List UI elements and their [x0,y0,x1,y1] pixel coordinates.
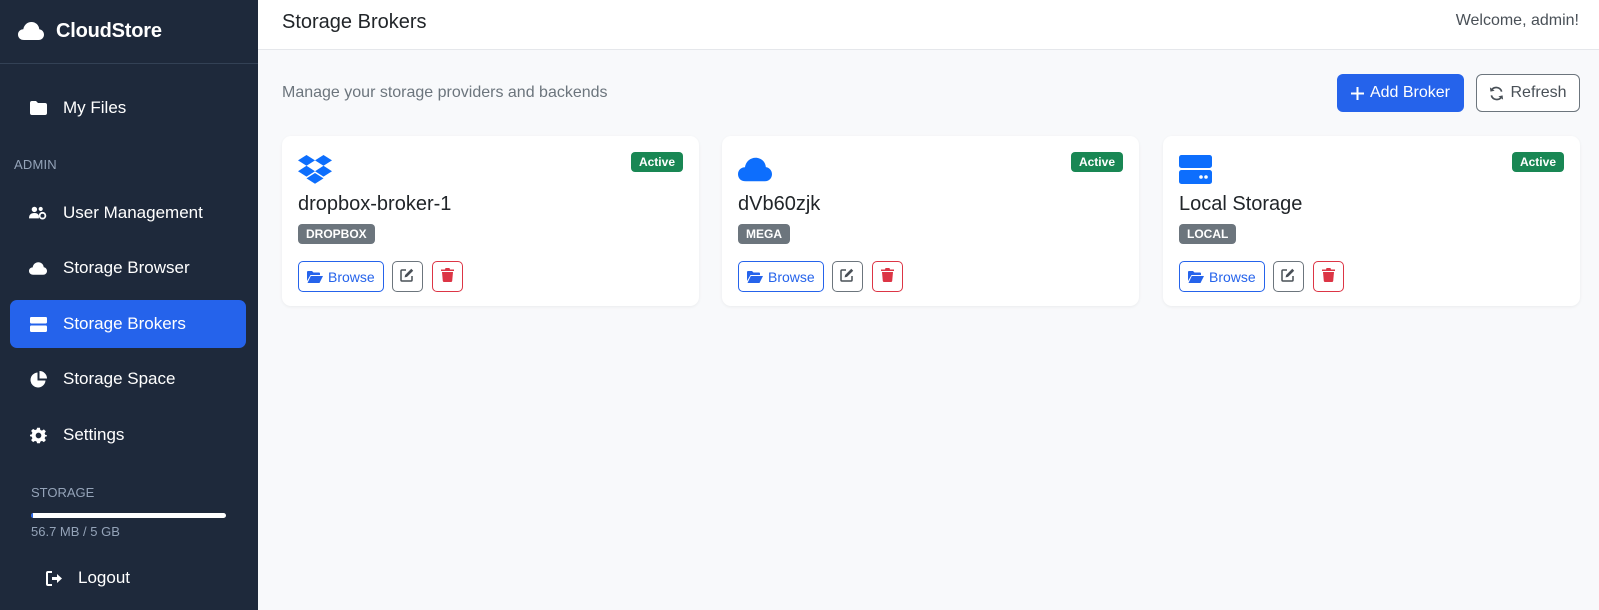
sidebar-item-label: Storage Brokers [63,314,186,333]
trash-icon [880,268,894,285]
welcome-text: Welcome, admin! [1455,12,1579,29]
delete-button[interactable] [431,261,463,292]
broker-card: Active dVb60zjk MEGA Browse [722,136,1139,306]
sidebar-item-label: Storage Space [63,369,176,388]
edit-icon [840,268,854,285]
broker-type-badge: MEGA [738,224,790,244]
delete-button[interactable] [1312,261,1344,292]
refresh-icon [1489,86,1504,101]
browse-label: Browse [1209,268,1256,285]
server-icon [29,315,47,333]
sidebar-item-label: My Files [63,98,127,117]
storage-progress-fill [31,513,34,518]
sidebar-item-user-management[interactable]: User Management [10,189,246,237]
page-subtitle: Manage your storage providers and backen… [282,84,608,101]
logout-label: Logout [78,568,130,587]
browse-button[interactable]: Browse [738,261,824,292]
sidebar-item-label: Storage Browser [63,258,190,277]
cloud-icon [29,259,47,277]
sidebar-item-label: Settings [63,425,125,444]
edit-button[interactable] [831,261,863,292]
card-actions: Browse [738,261,903,292]
storage-label: STORAGE [31,485,95,500]
server-icon [1179,154,1213,184]
card-actions: Browse [298,261,463,292]
folder-open-icon [747,270,763,283]
users-gear-icon [29,204,47,222]
sidebar-section-admin: ADMIN [14,157,57,172]
folder-open-icon [307,270,323,283]
pie-chart-icon [29,370,47,388]
sign-out-icon [46,569,64,587]
broker-name: dVb60zjk [738,193,821,215]
brand-name: CloudStore [56,20,162,42]
broker-card: Active dropbox-broker-1 DROPBOX Browse [282,136,699,306]
cloud-logo-icon [18,22,44,42]
status-badge: Active [630,152,683,172]
browse-label: Browse [768,268,815,285]
trash-icon [1321,268,1335,285]
refresh-button[interactable]: Refresh [1476,74,1580,112]
sidebar-item-storage-space[interactable]: Storage Space [10,355,246,403]
storage-progress-bar [31,513,226,518]
gear-icon [29,426,47,444]
sidebar-item-my-files[interactable]: My Files [10,84,246,132]
broker-name: dropbox-broker-1 [298,193,452,215]
plus-icon [1350,86,1364,100]
trash-icon [440,268,454,285]
browse-label: Browse [328,268,375,285]
cloud-icon [738,154,772,184]
broker-type-badge: DROPBOX [298,224,375,244]
add-broker-button[interactable]: Add Broker [1337,74,1464,112]
sidebar-item-settings[interactable]: Settings [10,411,246,459]
broker-card: Active Local Storage LOCAL Browse [1163,136,1580,306]
folder-icon [29,99,47,117]
status-badge: Active [1070,152,1123,172]
dropbox-icon [298,154,332,184]
storage-usage-text: 56.7 MB / 5 GB [31,524,120,539]
delete-button[interactable] [871,261,903,292]
sidebar: CloudStore My Files ADMIN User Managemen… [0,0,258,610]
edit-button[interactable] [1272,261,1304,292]
add-broker-label: Add Broker [1369,84,1451,101]
status-badge: Active [1511,152,1564,172]
browse-button[interactable]: Browse [1179,261,1265,292]
folder-open-icon [1188,270,1204,283]
broker-type-badge: LOCAL [1179,224,1237,244]
sidebar-item-storage-brokers[interactable]: Storage Brokers [10,300,246,348]
logout-link[interactable]: Logout [46,568,130,588]
sidebar-item-storage-browser[interactable]: Storage Browser [10,244,246,292]
card-actions: Browse [1179,261,1344,292]
brand[interactable]: CloudStore [0,0,258,64]
browse-button[interactable]: Browse [298,261,384,292]
sidebar-item-label: User Management [63,203,203,222]
page-title: Storage Brokers [282,11,427,33]
edit-button[interactable] [391,261,423,292]
edit-icon [400,268,414,285]
refresh-label: Refresh [1510,84,1567,101]
broker-name: Local Storage [1179,193,1303,215]
edit-icon [1281,268,1295,285]
top-header: Storage Brokers Welcome, admin! [258,0,1599,50]
